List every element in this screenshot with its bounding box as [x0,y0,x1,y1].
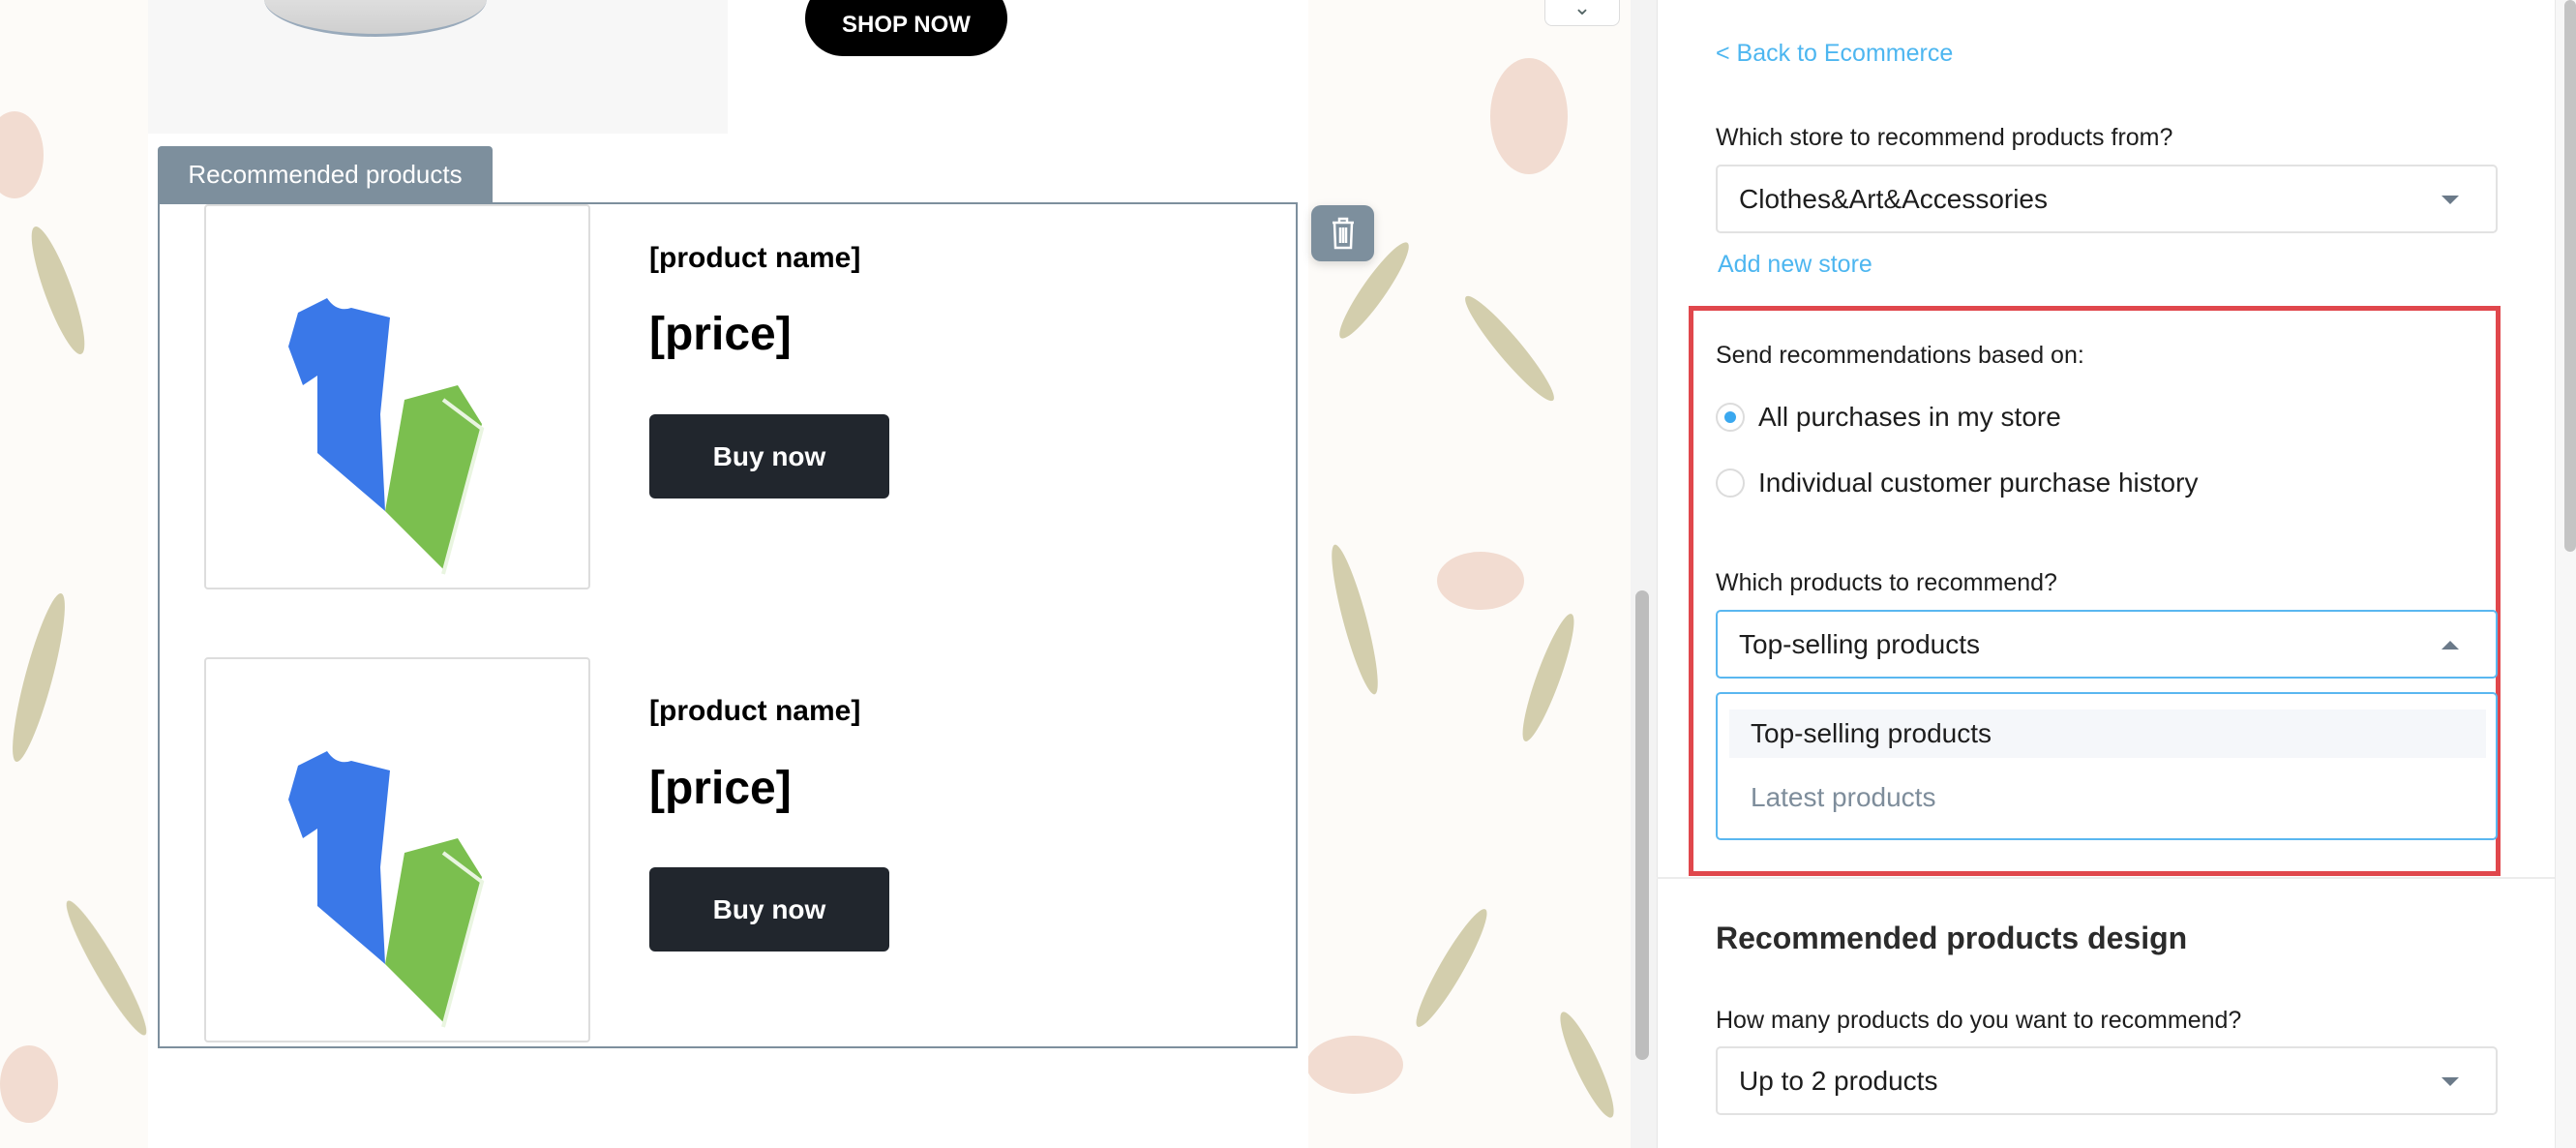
radio-label: Individual customer purchase history [1758,468,2199,498]
how-many-value: Up to 2 products [1739,1065,1938,1096]
canvas-scrollbar-thumb[interactable] [1635,590,1649,1060]
how-many-label: How many products do you want to recomme… [1716,1007,2242,1034]
which-products-label: Which products to recommend? [1716,569,2057,596]
lamp-image [264,0,487,37]
section-divider [1657,877,2555,879]
product-image-card [204,657,590,1042]
which-products-dropdown: Top-selling products Latest products [1716,692,2498,840]
radio-all-purchases[interactable]: All purchases in my store [1716,402,2061,433]
back-to-ecommerce-link[interactable]: < Back to Ecommerce [1716,40,1953,68]
dropdown-option-top-selling[interactable]: Top-selling products [1729,710,2486,758]
design-heading: Recommended products design [1716,921,2188,955]
radio-button[interactable] [1716,468,1745,498]
delete-block-button[interactable] [1311,205,1374,261]
buy-now-button[interactable]: Buy now [649,414,889,498]
which-products-select[interactable]: Top-selling products [1716,610,2498,679]
product-image-card [204,204,590,589]
dropdown-option-latest[interactable]: Latest products [1729,773,2486,822]
caret-down-icon [2441,1077,2459,1086]
shop-now-button[interactable]: SHOP NOW [805,0,1007,56]
caret-up-icon [2441,641,2459,650]
store-label: Which store to recommend products from? [1716,124,2173,151]
based-on-label: Send recommendations based on: [1716,342,2084,369]
buy-now-button[interactable]: Buy now [649,867,889,952]
product-placeholder-icon [288,298,485,575]
product-name: [product name] [649,242,861,274]
chevron-down-icon[interactable]: ⌄ [1544,0,1620,26]
caret-down-icon [2441,196,2459,204]
how-many-select[interactable]: Up to 2 products [1716,1046,2498,1115]
trash-icon [1332,217,1354,250]
panel-scrollbar-thumb[interactable] [2564,0,2576,552]
radio-button[interactable] [1716,403,1745,432]
product-name: [product name] [649,695,861,727]
which-products-value: Top-selling products [1739,628,1981,659]
store-select-value: Clothes&Art&Accessories [1739,183,2049,214]
product-placeholder-icon [288,751,485,1028]
product-price: [price] [649,763,792,814]
store-select[interactable]: Clothes&Art&Accessories [1716,165,2498,233]
add-new-store-link[interactable]: Add new store [1718,251,1872,279]
hero-image [148,0,728,134]
radio-individual-history[interactable]: Individual customer purchase history [1716,468,2198,498]
section-tab[interactable]: Recommended products [158,146,493,202]
radio-label: All purchases in my store [1758,402,2061,432]
product-price: [price] [649,309,792,360]
